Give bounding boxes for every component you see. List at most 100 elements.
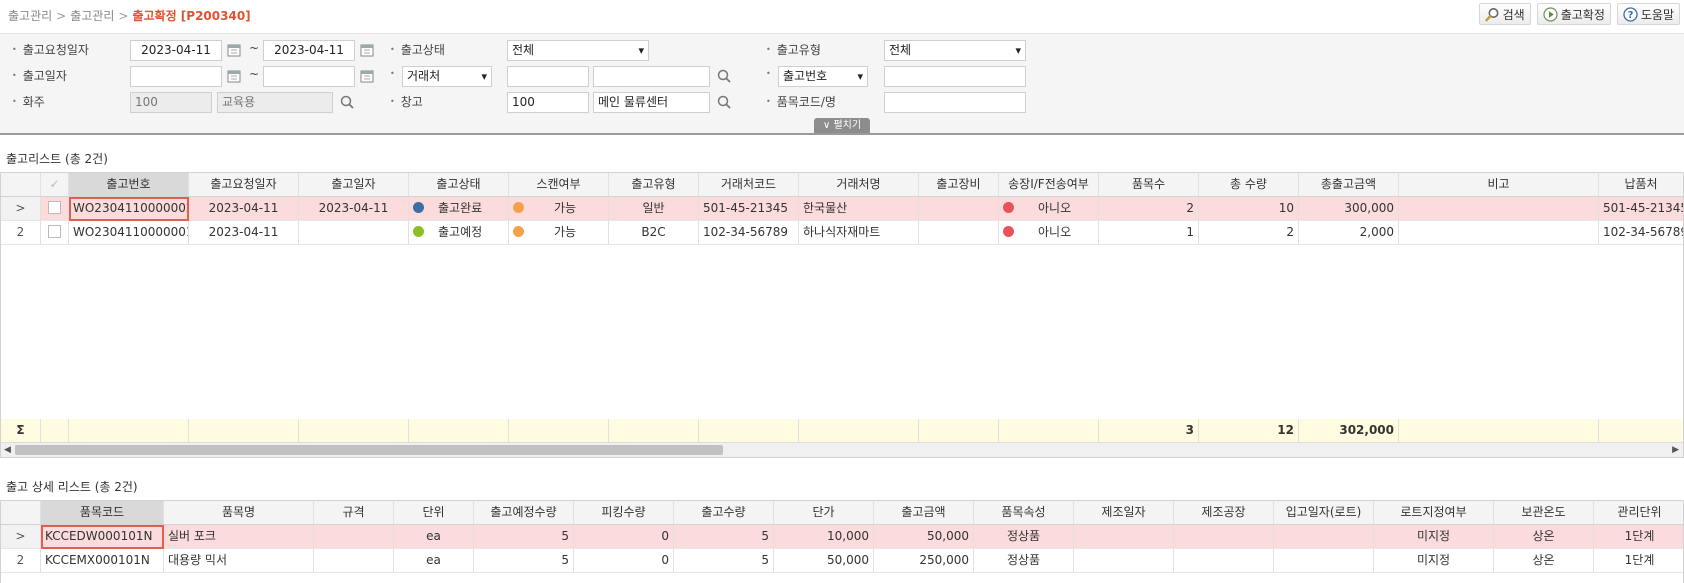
mgmt-cell[interactable]: 1단계 xyxy=(1594,549,1683,573)
lot-cell[interactable]: 미지정 xyxy=(1374,549,1494,573)
ship-date-to-input[interactable] xyxy=(263,66,355,87)
request-date-to-input[interactable]: 2023-04-11 xyxy=(263,40,355,61)
col-header[interactable]: 로트지정여부 xyxy=(1374,501,1494,525)
col-header[interactable]: 출고요청일자 xyxy=(189,173,299,197)
row-checkbox[interactable] xyxy=(41,221,69,245)
plan-qty-cell[interactable]: 5 xyxy=(474,525,574,549)
scan-cell[interactable]: 가능 xyxy=(509,221,609,245)
partner-code-input[interactable] xyxy=(507,66,589,87)
factory-cell[interactable] xyxy=(1174,525,1274,549)
col-header[interactable]: 출고금액 xyxy=(874,501,974,525)
magnifier-icon[interactable] xyxy=(339,94,355,110)
price-cell[interactable]: 10,000 xyxy=(774,525,874,549)
owner-name-input[interactable]: 교육용 xyxy=(217,92,333,113)
table-row[interactable]: > KCCEDW000101N 실버 포크 ea 5 0 5 10,000 50… xyxy=(1,525,1683,549)
pick-qty-cell[interactable]: 0 xyxy=(574,525,674,549)
table-row[interactable]: 2 KCCEMX000101N 대용량 믹서 ea 5 0 5 50,000 2… xyxy=(1,549,1683,573)
magnifier-icon[interactable] xyxy=(716,68,732,84)
ship-qty-cell[interactable]: 5 xyxy=(674,549,774,573)
scan-cell[interactable]: 가능 xyxy=(509,197,609,221)
pick-qty-cell[interactable]: 0 xyxy=(574,549,674,573)
col-header[interactable]: 품목수 xyxy=(1099,173,1199,197)
col-header[interactable]: 출고상태 xyxy=(409,173,509,197)
amount-cell[interactable]: 250,000 xyxy=(874,549,974,573)
partner-code-cell[interactable]: 501-45-21345 xyxy=(699,197,799,221)
col-header[interactable]: 총 수량 xyxy=(1199,173,1299,197)
confirm-shipment-button[interactable]: 출고확정 xyxy=(1536,3,1611,25)
item-name-cell[interactable]: 실버 포크 xyxy=(164,525,314,549)
equip-cell[interactable] xyxy=(919,221,999,245)
partner-name-cell[interactable]: 하나식자재마트 xyxy=(799,221,919,245)
item-code-input[interactable] xyxy=(884,92,1026,113)
scroll-right-icon[interactable]: ▶ xyxy=(1672,443,1679,457)
col-header[interactable]: 보관온도 xyxy=(1494,501,1594,525)
col-header[interactable]: 품목코드 xyxy=(41,501,164,525)
unit-cell[interactable]: ea xyxy=(394,549,474,573)
col-header[interactable]: 단위 xyxy=(394,501,474,525)
col-header[interactable]: 제조일자 xyxy=(1074,501,1174,525)
temp-cell[interactable]: 상온 xyxy=(1494,525,1594,549)
ship-qty-cell[interactable]: 5 xyxy=(674,525,774,549)
col-header[interactable]: 납품처 xyxy=(1599,173,1683,197)
item-count-cell[interactable]: 2 xyxy=(1099,197,1199,221)
temp-cell[interactable]: 상온 xyxy=(1494,549,1594,573)
col-header[interactable]: 비고 xyxy=(1399,173,1599,197)
table-row[interactable]: 2 WO2304110000001 2023-04-11 출고예정 가능 B2C… xyxy=(1,221,1683,245)
col-header[interactable]: 제조공장 xyxy=(1174,501,1274,525)
in-date-cell[interactable] xyxy=(1274,525,1374,549)
col-header[interactable]: 규격 xyxy=(314,501,394,525)
qty-cell[interactable]: 2 xyxy=(1199,221,1299,245)
memo-cell[interactable] xyxy=(1399,221,1599,245)
invoice-cell[interactable]: 아니오 xyxy=(999,221,1099,245)
type-cell[interactable]: 일반 xyxy=(609,197,699,221)
item-code-cell[interactable]: KCCEDW000101N xyxy=(41,525,164,549)
status-cell[interactable]: 출고완료 xyxy=(409,197,509,221)
col-header[interactable]: 출고유형 xyxy=(609,173,699,197)
col-header[interactable]: 관리단위 xyxy=(1594,501,1683,525)
calendar-icon[interactable] xyxy=(359,68,375,84)
ship-status-select[interactable]: 전체 ▾ xyxy=(507,40,649,61)
ship-no-input[interactable] xyxy=(884,66,1026,87)
scrollbar-thumb[interactable] xyxy=(15,445,723,455)
amount-cell[interactable]: 2,000 xyxy=(1299,221,1399,245)
attr-cell[interactable]: 정상품 xyxy=(974,525,1074,549)
horizontal-scrollbar[interactable]: ◀ ▶ xyxy=(1,442,1683,457)
item-code-cell[interactable]: KCCEMX000101N xyxy=(41,549,164,573)
ship-no-cell[interactable]: WO2304110000001 xyxy=(69,221,189,245)
memo-cell[interactable] xyxy=(1399,197,1599,221)
col-header[interactable]: 품목명 xyxy=(164,501,314,525)
col-header[interactable]: 출고장비 xyxy=(919,173,999,197)
ship-date-from-input[interactable] xyxy=(130,66,222,87)
invoice-cell[interactable]: 아니오 xyxy=(999,197,1099,221)
calendar-icon[interactable] xyxy=(226,68,242,84)
in-date-cell[interactable] xyxy=(1274,549,1374,573)
col-header[interactable]: 송장I/F전송여부 xyxy=(999,173,1099,197)
price-cell[interactable]: 50,000 xyxy=(774,549,874,573)
col-header[interactable]: 스캔여부 xyxy=(509,173,609,197)
partner-code-cell[interactable]: 102-34-56789 xyxy=(699,221,799,245)
col-header[interactable]: 피킹수량 xyxy=(574,501,674,525)
check-all-header[interactable]: ✓ xyxy=(41,173,69,197)
col-header[interactable]: 출고번호 xyxy=(69,173,189,197)
attr-cell[interactable]: 정상품 xyxy=(974,549,1074,573)
calendar-icon[interactable] xyxy=(359,42,375,58)
unit-cell[interactable]: ea xyxy=(394,525,474,549)
ship-no-select[interactable]: 출고번호 ▾ xyxy=(778,66,868,87)
equip-cell[interactable] xyxy=(919,197,999,221)
req-date-cell[interactable]: 2023-04-11 xyxy=(189,221,299,245)
col-header[interactable]: 거래처코드 xyxy=(699,173,799,197)
col-header[interactable]: 단가 xyxy=(774,501,874,525)
breadcrumb-item[interactable]: 출고관리 xyxy=(8,9,52,23)
ship-type-select[interactable]: 전체 ▾ xyxy=(884,40,1026,61)
col-header[interactable]: 출고일자 xyxy=(299,173,409,197)
factory-cell[interactable] xyxy=(1174,549,1274,573)
search-button[interactable]: 검색 xyxy=(1478,3,1531,25)
table-row[interactable]: > WO2304110000002 2023-04-11 2023-04-11 … xyxy=(1,197,1683,221)
scroll-left-icon[interactable]: ◀ xyxy=(4,443,11,457)
partner-type-select[interactable]: 거래처 ▾ xyxy=(402,66,492,87)
ship-no-cell[interactable]: WO2304110000002 xyxy=(69,197,189,221)
col-header[interactable]: 거래처명 xyxy=(799,173,919,197)
col-header[interactable]: 품목속성 xyxy=(974,501,1074,525)
owner-code-input[interactable]: 100 xyxy=(130,92,212,113)
warehouse-code-input[interactable]: 100 xyxy=(507,92,589,113)
